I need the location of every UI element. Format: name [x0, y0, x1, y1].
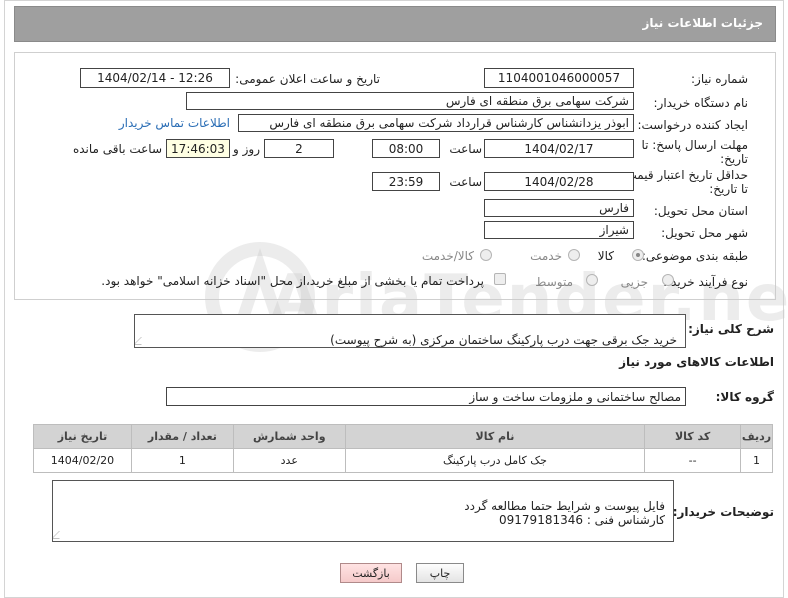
description-label: شرح کلی نیاز: — [688, 322, 774, 336]
price-date-field: 1404/02/28 — [484, 172, 634, 191]
col-header-item-name: نام کالا — [344, 424, 646, 449]
cell-unit: عدد — [232, 448, 346, 473]
price-time-label: ساعت — [449, 175, 482, 189]
goods-group-field: مصالح ساختمانی و ملزومات ساخت و ساز — [166, 387, 686, 406]
process-small-label: جزیی — [620, 275, 648, 289]
goods-table: ردیف کد کالا نام کالا واحد شمارش تعداد /… — [33, 424, 773, 473]
deadline-label: مهلت ارسال پاسخ: تا تاریخ: — [641, 138, 748, 166]
requester-label: ایجاد کننده درخواست: — [637, 118, 748, 132]
deadline-date-field: 1404/02/17 — [484, 139, 634, 158]
category-both-radio[interactable] — [480, 249, 492, 261]
deadline-time-label: ساعت — [449, 142, 482, 156]
process-small-radio[interactable] — [662, 274, 674, 286]
remaining-label: ساعت باقی مانده — [72, 142, 162, 156]
category-goods-label: کالا — [597, 249, 614, 263]
category-label: طبقه بندی موضوعی: — [641, 249, 748, 263]
process-medium-radio[interactable] — [586, 274, 598, 286]
table-row: 1 -- جک کامل درب پارکینگ عدد 1 1404/02/2… — [33, 448, 773, 473]
cell-quantity: 1 — [130, 448, 234, 473]
category-service-label: خدمت — [530, 249, 562, 263]
resize-grip-icon[interactable] — [135, 337, 149, 345]
goods-section-title: اطلاعات کالاهای مورد نیاز — [619, 355, 774, 369]
goods-group-label: گروه کالا: — [715, 390, 774, 404]
col-header-row-number: ردیف — [740, 424, 773, 449]
buyer-notes-text: فایل پیوست و شرایط حتما مطالعه گردد کارش… — [464, 499, 665, 527]
cell-need-date: 1404/02/20 — [33, 448, 132, 473]
buyer-notes-label: توضیحات خریدار: — [672, 505, 774, 519]
treasury-payment-checkbox[interactable] — [494, 273, 506, 285]
table-header-row: ردیف کد کالا نام کالا واحد شمارش تعداد /… — [33, 424, 773, 449]
province-label: استان محل تحویل: — [653, 204, 748, 218]
need-number-label: شماره نیاز: — [691, 72, 748, 86]
deadline-time-field: 08:00 — [372, 139, 440, 158]
process-label: نوع فرآیند خرید : — [663, 275, 748, 289]
buyer-org-label: نام دستگاه خریدار: — [653, 96, 749, 110]
treasury-payment-note: پرداخت تمام یا بخشی از مبلغ خرید،از محل … — [101, 274, 484, 288]
col-header-need-date: تاریخ نیاز — [33, 424, 132, 449]
category-goods-radio[interactable] — [632, 249, 644, 261]
category-service-radio[interactable] — [568, 249, 580, 261]
buyer-org-field: شرکت سهامی برق منطقه ای فارس — [186, 92, 634, 110]
print-button[interactable]: چاپ — [416, 563, 464, 583]
price-time-field: 23:59 — [372, 172, 440, 191]
buyer-contact-link[interactable]: اطلاعات تماس خریدار — [119, 116, 230, 130]
process-medium-label: متوسط — [535, 275, 573, 289]
announce-label: تاریخ و ساعت اعلان عمومی: — [235, 72, 380, 86]
back-button[interactable]: بازگشت — [340, 563, 402, 583]
days-label: روز و — [233, 142, 260, 156]
remaining-time-field: 17:46:03 — [166, 139, 230, 158]
province-field: فارس — [484, 199, 634, 217]
city-field: شیراز — [484, 221, 634, 239]
cell-item-code: -- — [644, 448, 742, 473]
days-field: 2 — [264, 139, 334, 158]
buyer-notes-textarea: فایل پیوست و شرایط حتما مطالعه گردد کارش… — [52, 480, 674, 542]
announce-field: 1404/02/14 - 12:26 — [80, 68, 230, 88]
description-textarea: خرید جک برقی جهت درب پارکینگ ساختمان مرک… — [134, 314, 686, 348]
price-validity-label: حداقل تاریخ اعتبار قیمت: تا تاریخ: — [621, 168, 748, 196]
resize-grip-icon[interactable] — [53, 531, 67, 539]
col-header-unit: واحد شمارش — [232, 424, 346, 449]
page-title: جزئیات اطلاعات نیاز — [642, 16, 763, 30]
cell-row-number: 1 — [740, 448, 773, 473]
cell-item-name: جک کامل درب پارکینگ — [344, 448, 646, 473]
description-text: خرید جک برقی جهت درب پارکینگ ساختمان مرک… — [330, 333, 677, 347]
city-label: شهر محل تحویل: — [661, 226, 748, 240]
need-number-field: 1104001046000057 — [484, 68, 634, 88]
col-header-quantity: تعداد / مقدار — [130, 424, 234, 449]
title-bar: جزئیات اطلاعات نیاز — [14, 6, 776, 42]
category-both-label: کالا/خدمت — [421, 249, 474, 263]
col-header-item-code: کد کالا — [644, 424, 742, 449]
requester-field: ابوذر یزدانشناس کارشناس قرارداد شرکت سها… — [238, 114, 634, 132]
